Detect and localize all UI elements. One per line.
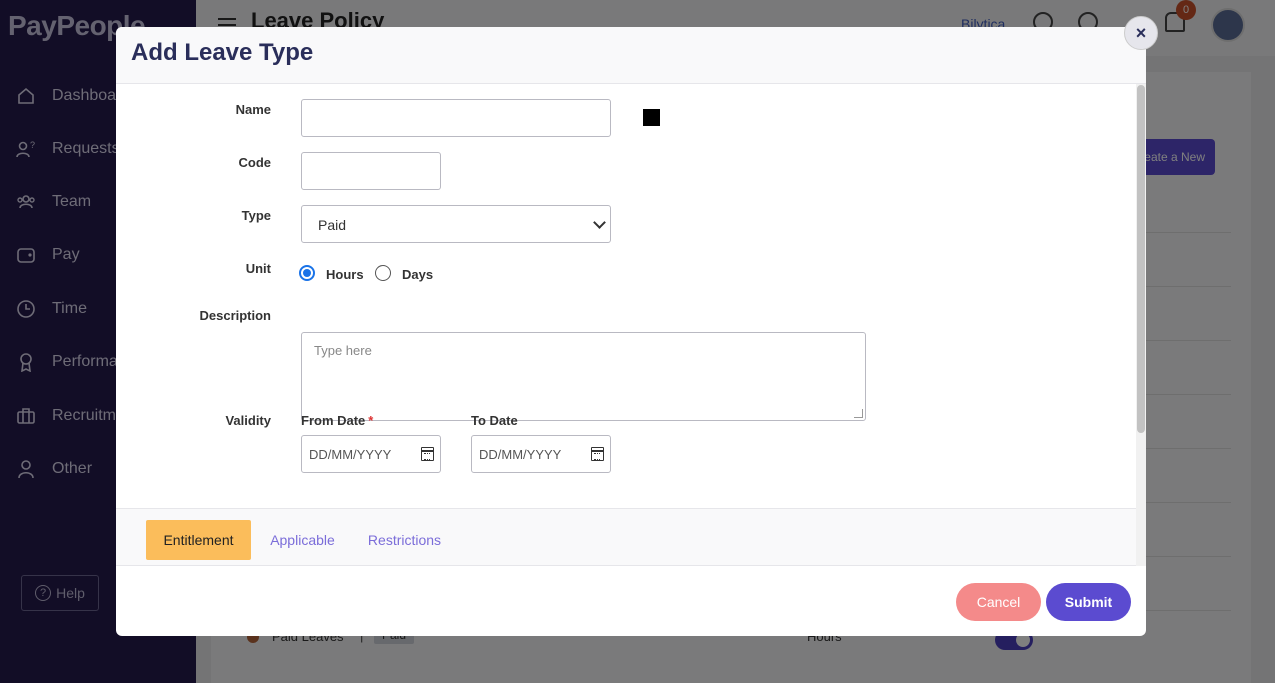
name-label: Name [235, 102, 271, 117]
modal-tabs: Entitlement Applicable Restrictions [116, 508, 1136, 566]
cancel-button[interactable]: Cancel [956, 583, 1041, 621]
close-icon[interactable]: × [1124, 16, 1158, 50]
description-label: Description [199, 308, 271, 323]
to-date-placeholder: DD/MM/YYYY [479, 447, 562, 462]
chevron-down-icon [593, 216, 606, 229]
code-label: Code [238, 155, 272, 170]
tab-applicable[interactable]: Applicable [261, 520, 344, 560]
scrollbar-thumb[interactable] [1137, 85, 1145, 433]
modal-scrollbar[interactable] [1136, 84, 1146, 566]
resize-handle[interactable] [854, 409, 863, 418]
from-date-input[interactable]: DD/MM/YYYY [301, 435, 441, 473]
calendar-icon[interactable] [421, 447, 434, 461]
description-placeholder: Type here [314, 343, 372, 358]
modal-title: Add Leave Type [131, 39, 314, 66]
description-textarea[interactable]: Type here [301, 332, 866, 421]
name-input[interactable] [301, 99, 611, 137]
from-date-label-text: From Date [301, 413, 366, 428]
unit-label: Unit [245, 261, 271, 276]
modal-header: Add Leave Type [116, 27, 1146, 84]
unit-radio-days[interactable] [375, 265, 391, 281]
from-date-label: From Date * [301, 413, 373, 428]
tab-restrictions[interactable]: Restrictions [362, 520, 447, 560]
from-date-placeholder: DD/MM/YYYY [309, 447, 392, 462]
type-select-value: Paid [318, 217, 347, 233]
unit-radio-hours-label[interactable]: Hours [326, 267, 364, 282]
submit-button[interactable]: Submit [1046, 583, 1131, 621]
unit-radio-hours[interactable] [299, 265, 315, 281]
to-date-label: To Date [471, 413, 518, 428]
tab-entitlement[interactable]: Entitlement [146, 520, 251, 560]
calendar-icon[interactable] [591, 447, 604, 461]
validity-label: Validity [225, 413, 271, 428]
type-label: Type [241, 208, 271, 223]
required-marker: * [368, 413, 374, 428]
unit-radio-days-label[interactable]: Days [402, 267, 433, 282]
modal-body: Name Code Type Paid Unit Hours Days Desc… [116, 84, 1136, 508]
type-select[interactable]: Paid [301, 205, 611, 243]
to-date-input[interactable]: DD/MM/YYYY [471, 435, 611, 473]
color-picker[interactable] [643, 109, 660, 126]
add-leave-type-modal: Add Leave Type Name Code Type Paid Unit … [116, 27, 1146, 636]
code-input[interactable] [301, 152, 441, 190]
